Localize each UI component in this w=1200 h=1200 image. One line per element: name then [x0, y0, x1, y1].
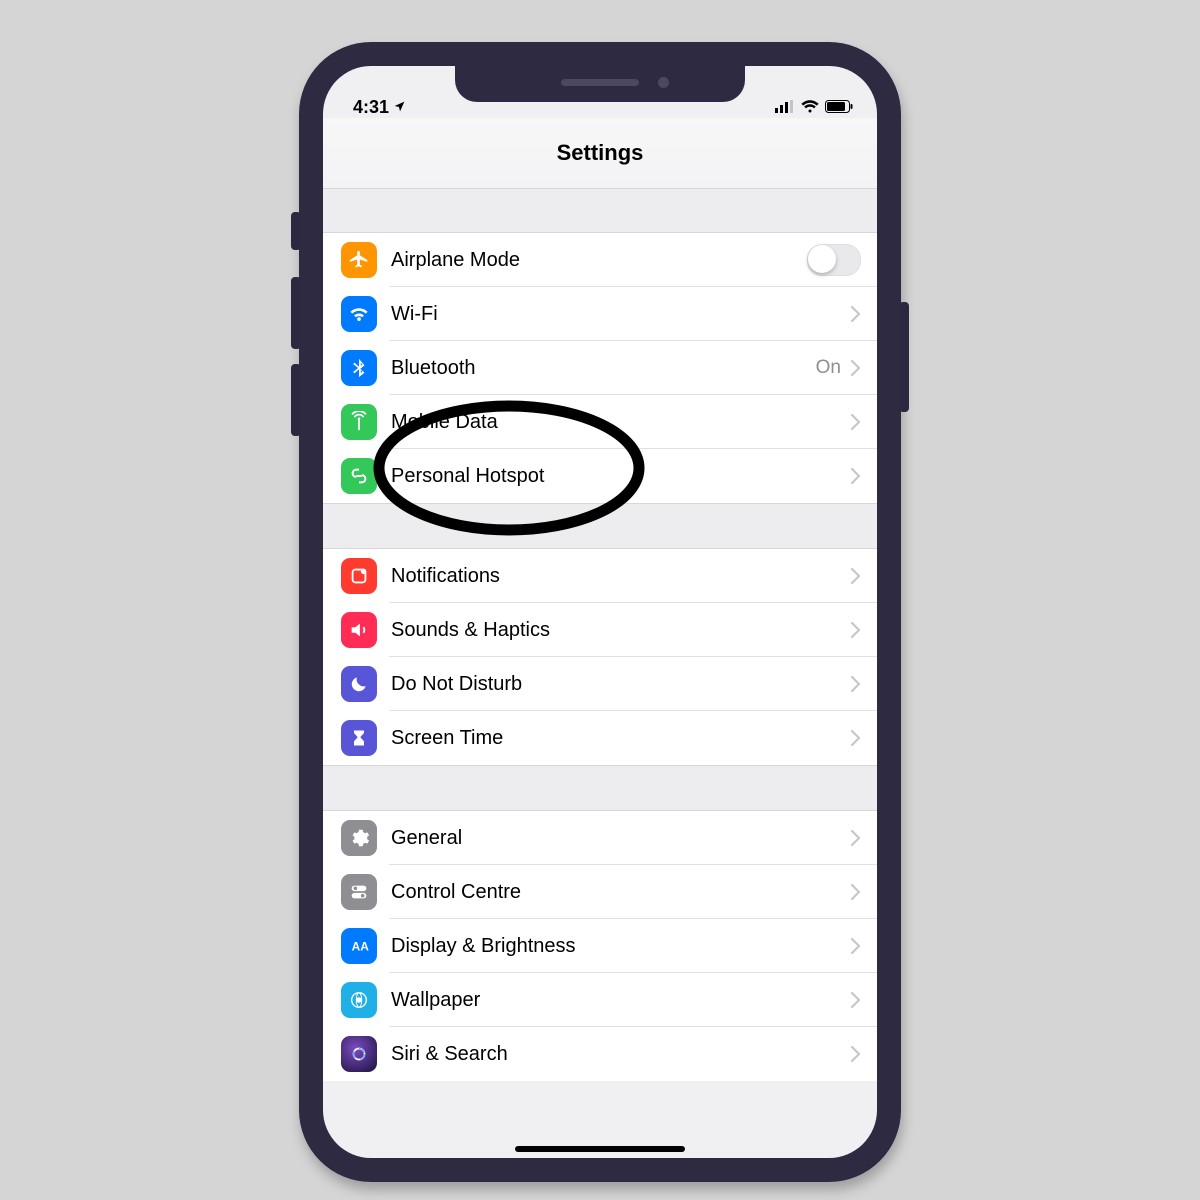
page-title: Settings [557, 140, 644, 166]
row-do-not-disturb[interactable]: Do Not Disturb [323, 657, 877, 711]
cellular-data-icon [341, 404, 377, 440]
notifications-icon [341, 558, 377, 594]
row-detail: On [816, 357, 841, 379]
row-general[interactable]: General [323, 811, 877, 865]
row-display-brightness[interactable]: AA Display & Brightness [323, 919, 877, 973]
row-wifi[interactable]: Wi-Fi [323, 287, 877, 341]
volume-down-button [291, 364, 301, 436]
chevron-right-icon [851, 1046, 861, 1062]
cellular-icon [775, 97, 795, 118]
siri-icon [341, 1036, 377, 1072]
row-label: Screen Time [391, 727, 851, 750]
row-airplane-mode[interactable]: Airplane Mode [323, 233, 877, 287]
row-bluetooth[interactable]: Bluetooth On [323, 341, 877, 395]
chevron-right-icon [851, 884, 861, 900]
bluetooth-icon [341, 350, 377, 386]
home-indicator[interactable] [515, 1146, 685, 1152]
row-control-centre[interactable]: Control Centre [323, 865, 877, 919]
sounds-icon [341, 612, 377, 648]
row-notifications[interactable]: Notifications [323, 549, 877, 603]
row-siri-search[interactable]: Siri & Search [323, 1027, 877, 1081]
row-personal-hotspot[interactable]: Personal Hotspot [323, 449, 877, 503]
row-label: Do Not Disturb [391, 673, 851, 696]
row-label: General [391, 827, 851, 850]
hourglass-icon [341, 720, 377, 756]
chevron-right-icon [851, 468, 861, 484]
phone-screen: 4:31 [323, 66, 877, 1158]
display-icon: AA [341, 928, 377, 964]
personal-hotspot-icon [341, 458, 377, 494]
row-label: Sounds & Haptics [391, 619, 851, 642]
status-time: 4:31 [353, 97, 389, 118]
row-sounds-haptics[interactable]: Sounds & Haptics [323, 603, 877, 657]
volume-up-button [291, 277, 301, 349]
row-screen-time[interactable]: Screen Time [323, 711, 877, 765]
mute-switch [291, 212, 301, 250]
nav-header: Settings [323, 118, 877, 189]
chevron-right-icon [851, 568, 861, 584]
row-label: Siri & Search [391, 1043, 851, 1066]
settings-list[interactable]: Airplane Mode Wi-Fi Bluetooth On [323, 188, 877, 1158]
phone-frame: 4:31 [299, 42, 901, 1182]
chevron-right-icon [851, 676, 861, 692]
chevron-right-icon [851, 622, 861, 638]
group-separator [323, 503, 877, 549]
airplane-toggle[interactable] [807, 244, 861, 276]
location-icon [393, 97, 406, 118]
control-centre-icon [341, 874, 377, 910]
wallpaper-icon [341, 982, 377, 1018]
battery-icon [825, 97, 853, 118]
row-label: Wallpaper [391, 989, 851, 1012]
row-label: Notifications [391, 565, 851, 588]
group-separator [323, 765, 877, 811]
chevron-right-icon [851, 306, 861, 322]
row-mobile-data[interactable]: Mobile Data [323, 395, 877, 449]
row-label: Bluetooth [391, 357, 816, 380]
power-button [899, 302, 909, 412]
airplane-icon [341, 242, 377, 278]
gear-icon [341, 820, 377, 856]
row-label: Personal Hotspot [391, 465, 851, 488]
chevron-right-icon [851, 938, 861, 954]
row-label: Display & Brightness [391, 935, 851, 958]
chevron-right-icon [851, 414, 861, 430]
row-label: Airplane Mode [391, 249, 807, 272]
moon-icon [341, 666, 377, 702]
svg-text:AA: AA [352, 940, 370, 954]
chevron-right-icon [851, 730, 861, 746]
wifi-icon [801, 97, 819, 118]
screen-notch [455, 66, 745, 102]
group-separator [323, 188, 877, 233]
row-label: Wi-Fi [391, 303, 851, 326]
chevron-right-icon [851, 830, 861, 846]
wifi-settings-icon [341, 296, 377, 332]
row-wallpaper[interactable]: Wallpaper [323, 973, 877, 1027]
chevron-right-icon [851, 360, 861, 376]
row-label: Control Centre [391, 881, 851, 904]
row-label: Mobile Data [391, 411, 851, 434]
chevron-right-icon [851, 992, 861, 1008]
